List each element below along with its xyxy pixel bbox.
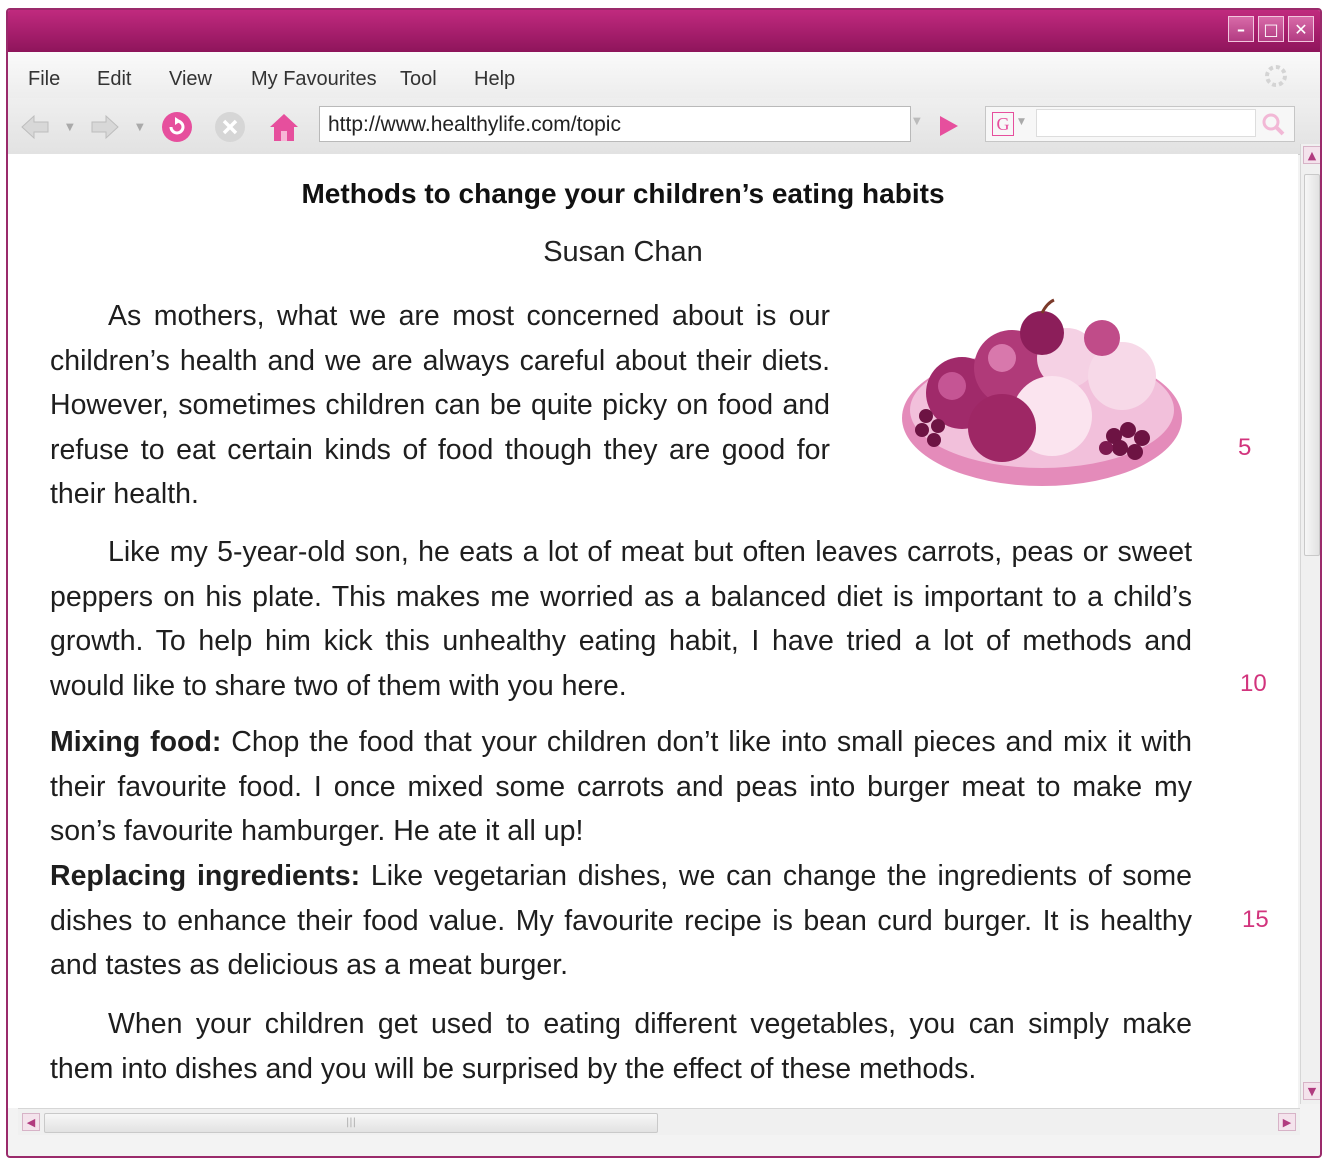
forward-arrow-icon[interactable] — [88, 110, 122, 144]
fruit-bowl-image — [902, 298, 1182, 486]
paragraph-last: When your children get used to eating di… — [50, 1008, 1192, 1085]
refresh-icon[interactable] — [160, 110, 194, 144]
vertical-scroll-thumb[interactable] — [1304, 174, 1320, 556]
scroll-right-icon[interactable]: ▶ — [1278, 1113, 1296, 1131]
menu-edit[interactable]: Edit — [97, 68, 131, 91]
menu-view[interactable]: View — [169, 68, 212, 91]
article-title: Methods to change your children’s eating… — [301, 178, 945, 209]
page-content: Methods to change your children’s eating… — [8, 154, 1298, 1108]
method-1-text: Chop the food that your children don’t l… — [50, 726, 1192, 847]
menu-my-favourites[interactable]: My Favourites — [251, 68, 377, 91]
menu-file[interactable]: File — [28, 68, 60, 91]
maximize-icon[interactable]: □ — [1258, 16, 1284, 42]
method-2-label: Replacing ingredients: — [50, 860, 361, 892]
forward-dropdown-icon[interactable]: ▼ — [136, 122, 144, 133]
line-number-5: 5 — [1238, 434, 1252, 461]
browser-window: – □ ✕ File Edit View My Favourites Tool … — [6, 8, 1322, 1158]
loading-gear-icon — [1265, 65, 1287, 87]
address-bar[interactable]: http://www.healthylife.com/topic — [319, 106, 911, 142]
title-bar[interactable]: – □ ✕ — [8, 10, 1320, 52]
back-dropdown-icon[interactable]: ▼ — [66, 122, 74, 133]
go-arrow-icon[interactable] — [933, 112, 963, 140]
minimize-icon[interactable]: – — [1228, 16, 1254, 42]
address-url: http://www.healthylife.com/topic — [328, 113, 621, 136]
close-icon[interactable]: ✕ — [1288, 16, 1314, 42]
home-icon[interactable] — [267, 110, 301, 144]
method-1-label: Mixing food: — [50, 726, 222, 758]
menu-help[interactable]: Help — [474, 68, 515, 91]
back-arrow-icon[interactable] — [18, 110, 52, 144]
horizontal-scroll-thumb[interactable]: ||| — [44, 1113, 658, 1133]
address-dropdown-icon[interactable]: ▼ — [913, 116, 921, 127]
paragraph-1: As mothers, what we are most concerned a… — [50, 300, 830, 510]
stop-icon[interactable] — [213, 110, 247, 144]
horizontal-scrollbar[interactable]: ◀ ||| ▶ — [18, 1108, 1300, 1135]
paragraph-2: Like my 5-year-old son, he eats a lot of… — [50, 536, 1192, 702]
menu-tool[interactable]: Tool — [400, 68, 437, 91]
scroll-up-icon[interactable]: ▲ — [1303, 146, 1320, 164]
menu-bar: File Edit View My Favourites Tool Help — [8, 52, 1320, 98]
method-1: Mixing food: Chop the food that your chi… — [50, 720, 1192, 854]
window-controls: – □ ✕ — [1228, 16, 1314, 42]
method-2: Replacing ingredients: Like vegetarian d… — [50, 854, 1192, 988]
scroll-down-icon[interactable]: ▼ — [1303, 1082, 1320, 1100]
line-number-10: 10 — [1240, 670, 1267, 697]
vertical-scrollbar[interactable]: ▲ ▼ — [1300, 144, 1320, 1104]
search-engine-dropdown-icon[interactable]: ▼ — [1018, 117, 1025, 127]
search-input[interactable] — [1036, 109, 1256, 137]
navigation-toolbar: ▼ ▼ http://www.healthylife.com/topic ▼ G… — [8, 98, 1320, 155]
article-author: Susan Chan — [543, 236, 703, 268]
line-number-15: 15 — [1242, 906, 1269, 933]
search-icon[interactable] — [1260, 111, 1286, 137]
search-engine-logo[interactable]: G — [992, 112, 1014, 136]
search-box: G ▼ — [985, 106, 1295, 142]
scroll-left-icon[interactable]: ◀ — [22, 1113, 40, 1131]
